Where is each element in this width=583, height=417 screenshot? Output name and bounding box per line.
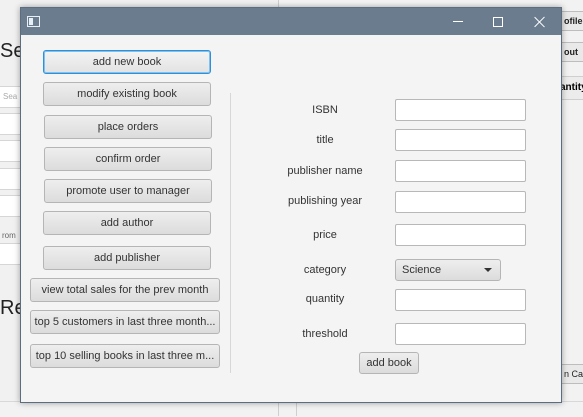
top10-books-button[interactable]: top 10 selling books in last three m... (30, 344, 220, 368)
background-bottom-bar (0, 401, 583, 417)
manager-dialog: add new book modify existing book place … (20, 7, 562, 403)
minimize-button[interactable] (436, 8, 480, 35)
modify-existing-book-button[interactable]: modify existing book (43, 82, 211, 106)
category-select[interactable]: Science (395, 259, 501, 281)
background-divider (278, 401, 279, 416)
close-button[interactable] (518, 8, 562, 35)
isbn-field[interactable] (395, 99, 526, 121)
add-publisher-button[interactable]: add publisher (43, 246, 211, 270)
background-cart-button[interactable]: n Cart (560, 364, 583, 384)
add-new-book-button[interactable]: add new book (43, 50, 211, 74)
vertical-separator (230, 93, 231, 373)
maximize-icon (493, 16, 503, 27)
background-quantity-header: antity (560, 76, 583, 100)
category-label: category (303, 264, 347, 276)
publishing-year-field[interactable] (395, 191, 526, 213)
quantity-label: quantity (305, 293, 345, 305)
title-label: title (316, 134, 334, 146)
background-profile-button[interactable]: ofile (560, 11, 583, 31)
place-orders-button[interactable]: place orders (44, 115, 212, 139)
threshold-field[interactable] (395, 323, 526, 345)
price-field[interactable] (395, 224, 526, 246)
price-label: price (313, 229, 337, 241)
background-right-strip (560, 0, 583, 416)
publisher-name-label: publisher name (287, 165, 363, 177)
dialog-titlebar[interactable] (21, 8, 561, 35)
add-author-button[interactable]: add author (43, 211, 211, 235)
background-search-placeholder: Sea (3, 92, 18, 101)
dialog-content: add new book modify existing book place … (21, 35, 561, 402)
promote-user-button[interactable]: promote user to manager (44, 179, 212, 203)
publisher-name-field[interactable] (395, 160, 526, 182)
top5-customers-button[interactable]: top 5 customers in last three month... (30, 310, 220, 334)
category-selected-value: Science (402, 264, 442, 276)
maximize-button[interactable] (476, 8, 520, 35)
chevron-down-icon (484, 268, 492, 272)
confirm-order-button[interactable]: confirm order (44, 147, 212, 171)
minimize-icon (453, 21, 463, 22)
add-book-button[interactable]: add book (359, 352, 419, 374)
publishing-year-label: publishing year (288, 195, 362, 207)
close-icon (534, 16, 546, 28)
app-icon (27, 16, 40, 27)
isbn-label: ISBN (312, 104, 338, 116)
background-logout-button[interactable]: out (560, 42, 583, 62)
quantity-field[interactable] (395, 289, 526, 311)
threshold-label: threshold (302, 328, 348, 340)
title-field[interactable] (395, 129, 526, 151)
background-from-label: rom (2, 231, 16, 240)
background-divider (296, 401, 297, 416)
view-total-sales-button[interactable]: view total sales for the prev month (30, 278, 220, 302)
